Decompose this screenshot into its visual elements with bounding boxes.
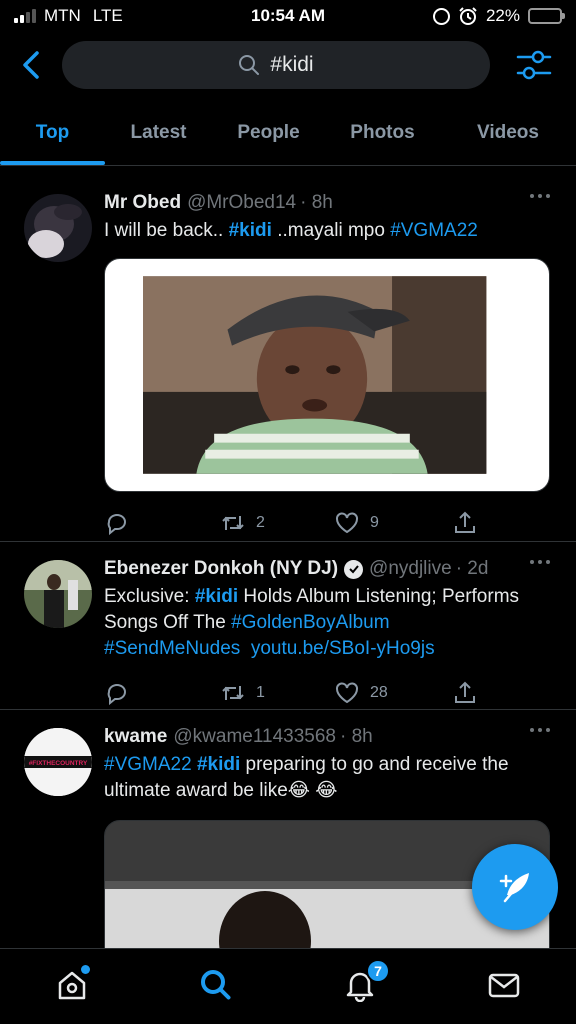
retweet-count: 1 (256, 684, 265, 701)
heart-icon (336, 512, 358, 534)
avatar[interactable] (24, 560, 92, 628)
tab-top[interactable]: Top (0, 100, 105, 165)
hashtag-link[interactable]: #SendMeNudes (104, 638, 240, 659)
retweet-icon (222, 516, 244, 530)
tab-people[interactable]: People (212, 100, 325, 165)
user-handle[interactable]: @kwame11433568 (173, 724, 336, 750)
user-handle[interactable]: @MrObed14 (187, 190, 296, 216)
orientation-lock-icon (432, 7, 450, 25)
reply-icon (107, 514, 126, 536)
reply-button[interactable] (104, 510, 220, 536)
like-count: 28 (370, 684, 388, 701)
tweet-text: #VGMA22 #kidi preparing to go and receiv… (104, 752, 556, 804)
tab-videos[interactable]: Videos (440, 100, 576, 165)
share-button[interactable] (452, 680, 478, 706)
hashtag-link[interactable]: #kidi (197, 754, 240, 775)
new-content-dot (81, 965, 90, 974)
avatar[interactable] (24, 194, 92, 262)
avatar-logo: #FIXTHECOUNTRY (24, 728, 92, 796)
more-options-icon[interactable] (530, 728, 550, 732)
reply-icon (107, 684, 126, 706)
search-icon (201, 970, 231, 1000)
tab-photos[interactable]: Photos (325, 100, 440, 165)
alarm-icon (459, 7, 477, 25)
tweet-header: Mr Obed @MrObed14 · 8h (104, 190, 556, 216)
user-handle[interactable]: @nydjlive (369, 556, 452, 582)
mail-icon (488, 973, 520, 998)
back-arrow-icon[interactable] (18, 48, 44, 82)
reply-button[interactable] (104, 680, 220, 706)
more-options-icon[interactable] (530, 194, 550, 198)
tweet-text: Exclusive: #kidi Holds Album Listening; … (104, 584, 556, 662)
search-settings-icon[interactable] (516, 48, 552, 82)
display-name[interactable]: Ebenezer Donkoh (NY DJ) (104, 556, 338, 582)
nav-messages[interactable] (484, 965, 524, 1005)
avatar-logo-text: #FIXTHECOUNTRY (29, 760, 88, 767)
verified-badge-icon (344, 559, 364, 579)
tweet-text-segment: I will be back.. (104, 220, 229, 241)
notifications-badge: 7 (366, 959, 390, 983)
hashtag-link[interactable]: #kidi (195, 586, 238, 607)
bottom-navigation: 7 (0, 948, 576, 1024)
hashtag-link[interactable]: #VGMA22 (104, 754, 192, 775)
search-results-feed: Mr Obed @MrObed14 · 8h I will be back.. … (0, 176, 576, 948)
status-bar: MTN LTE 10:54 AM 22% (0, 0, 576, 34)
share-icon (455, 681, 475, 703)
heart-icon (336, 682, 358, 704)
search-input[interactable]: #kidi (62, 41, 490, 89)
tweet-actions: 2 9 (104, 498, 556, 548)
tweet[interactable]: Mr Obed @MrObed14 · 8h I will be back.. … (0, 176, 576, 542)
search-icon (239, 55, 260, 75)
like-button[interactable]: 28 (334, 680, 452, 706)
tweet-header: Ebenezer Donkoh (NY DJ) @nydjlive · 2d (104, 556, 556, 582)
tab-latest[interactable]: Latest (105, 100, 212, 165)
tweet-image[interactable] (104, 258, 550, 492)
battery-percent: 22% (485, 6, 520, 25)
retweet-button[interactable]: 1 (220, 680, 334, 706)
display-name[interactable]: kwame (104, 724, 167, 750)
tweet-time: · 8h (300, 192, 333, 213)
nav-search[interactable] (196, 965, 236, 1005)
tweet-text: I will be back.. #kidi ..mayali mpo #VGM… (104, 218, 556, 244)
compose-tweet-button[interactable] (472, 844, 558, 930)
nav-home[interactable] (52, 965, 92, 1005)
tweet[interactable]: Ebenezer Donkoh (NY DJ) @nydjlive · 2d E… (0, 542, 576, 710)
retweet-icon (222, 686, 244, 700)
share-icon (455, 511, 475, 533)
emoji-text: 😂 😂 (287, 780, 338, 801)
tweet-text-segment: ..mayali mpo (271, 220, 391, 241)
tweet-time: · 8h (339, 726, 373, 747)
status-right: 22% (432, 6, 565, 26)
battery-icon (528, 8, 565, 24)
compose-feather-icon (499, 873, 529, 903)
display-name[interactable]: Mr Obed (104, 190, 181, 216)
tweet-header: kwame @kwame11433568 · 8h (104, 724, 556, 750)
like-button[interactable]: 9 (334, 510, 452, 536)
search-header: #kidi (0, 34, 576, 96)
share-button[interactable] (452, 510, 478, 536)
retweet-count: 2 (256, 514, 265, 531)
like-count: 9 (370, 514, 379, 531)
avatar[interactable]: #FIXTHECOUNTRY (24, 728, 92, 796)
nav-notifications[interactable]: 7 (340, 959, 390, 1005)
more-options-icon[interactable] (530, 560, 550, 564)
retweet-button[interactable]: 2 (220, 510, 334, 536)
url-link[interactable]: youtu.be/SBoI-yHo9js (251, 638, 435, 659)
meme-photo (143, 276, 487, 474)
hashtag-link[interactable]: #kidi (229, 220, 272, 241)
search-tabs: Top Latest People Photos Videos (0, 100, 576, 166)
hashtag-link[interactable]: #GoldenBoyAlbum (231, 612, 389, 633)
tweet-time: · 2d (455, 558, 489, 579)
hashtag-link[interactable]: #VGMA22 (390, 220, 478, 241)
tweet-text-segment: Exclusive: (104, 586, 195, 607)
search-query: #kidi (270, 53, 314, 76)
